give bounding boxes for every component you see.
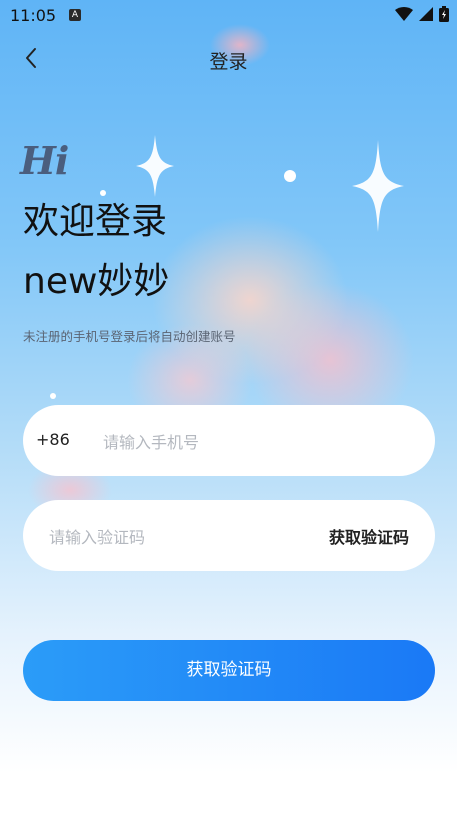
wifi-icon xyxy=(395,7,413,21)
sparkle-dot xyxy=(284,170,296,182)
sparkle-icon xyxy=(136,135,174,197)
get-code-button[interactable]: 获取验证码 xyxy=(23,640,435,701)
status-time: 11:05 xyxy=(10,6,57,25)
welcome-heading: 欢迎登录 xyxy=(23,201,168,242)
sparkle-dot xyxy=(50,393,56,399)
greeting-hi: Hi xyxy=(20,138,69,183)
status-bar: 11:05 A xyxy=(0,0,457,32)
phone-field[interactable]: +86 xyxy=(23,405,435,476)
sparkle-icon xyxy=(352,140,404,232)
phone-input[interactable] xyxy=(101,427,405,457)
get-code-link[interactable]: 获取验证码 xyxy=(329,524,409,548)
signal-icon xyxy=(419,7,433,21)
page-title: 登录 xyxy=(209,51,248,73)
register-hint: 未注册的手机号登录后将自动创建账号 xyxy=(23,329,236,344)
app-name-heading: new妙妙 xyxy=(23,261,170,302)
verification-code-field[interactable]: 获取验证码 xyxy=(23,500,435,571)
verification-code-input[interactable] xyxy=(47,522,291,552)
system-icons xyxy=(395,6,449,22)
battery-icon xyxy=(439,6,449,22)
country-code-prefix[interactable]: +86 xyxy=(36,430,70,449)
notification-badge: A xyxy=(69,9,81,21)
